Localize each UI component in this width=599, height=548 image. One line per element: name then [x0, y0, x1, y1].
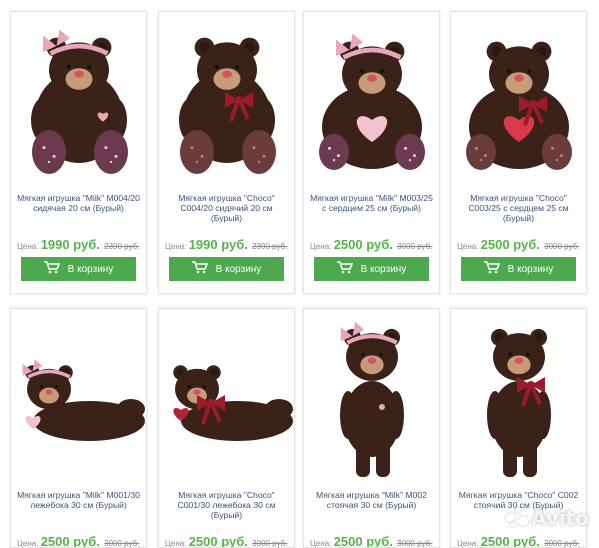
add-to-cart-label: В корзину	[360, 263, 407, 275]
product-image[interactable]	[451, 309, 586, 487]
product-card[interactable]: Мягкая игрушка "Choco" C003/25 с сердцем…	[450, 11, 587, 294]
price-row: Цена: 2500 руб. 3000 руб.	[310, 534, 435, 548]
product-image[interactable]	[304, 309, 439, 487]
price-current: 2500 руб.	[333, 534, 393, 548]
product-title[interactable]: Мягкая игрушка "Milk" M002 стоячая 30 см…	[310, 490, 433, 510]
product-card[interactable]: Мягкая игрушка "Milk" M001/30 лежебока 3…	[10, 308, 147, 548]
price-old: 3000 руб.	[104, 539, 140, 548]
add-to-cart-button[interactable]: В корзину	[314, 257, 429, 281]
add-to-cart-button[interactable]: В корзину	[461, 257, 576, 281]
price-label: Цена:	[457, 242, 479, 251]
product-card[interactable]: Мягкая игрушка "Milk" M003/25 с сердцем …	[303, 11, 440, 294]
price-row: Цена: 2500 руб. 3000 руб.	[165, 534, 290, 548]
product-card[interactable]: Мягкая игрушка "Choco" C004/20 сидячий 2…	[158, 11, 295, 294]
add-to-cart-label: В корзину	[215, 263, 262, 275]
product-card[interactable]: Мягкая игрушка "Milk" M004/20 сидячая 20…	[10, 11, 147, 294]
price-label: Цена:	[165, 242, 187, 251]
price-row: Цена: 2500 руб. 3000 руб.	[17, 534, 142, 548]
cart-icon	[483, 261, 500, 277]
price-current: 2500 руб.	[333, 237, 393, 252]
cart-icon	[43, 261, 60, 277]
product-title[interactable]: Мягкая игрушка "Milk" M001/30 лежебока 3…	[17, 490, 140, 510]
product-title[interactable]: Мягкая игрушка "Milk" M003/25 с сердцем …	[310, 193, 433, 213]
price-old: 3000 руб.	[397, 539, 433, 548]
price-old: 2390 руб.	[104, 242, 140, 251]
price-current: 1990 руб.	[188, 237, 248, 252]
avito-logo-icon	[506, 507, 529, 529]
price-label: Цена:	[310, 539, 332, 548]
price-current: 2500 руб.	[188, 534, 248, 548]
price-label: Цена:	[165, 539, 187, 548]
price-old: 2390 руб.	[252, 242, 288, 251]
add-to-cart-button[interactable]: В корзину	[21, 257, 136, 281]
price-row: Цена: 1990 руб. 2390 руб.	[165, 237, 290, 252]
product-title[interactable]: Мягкая игрушка "Choco" C001/30 лежебока …	[165, 490, 288, 520]
price-old: 3000 руб.	[544, 242, 580, 251]
product-card[interactable]: Мягкая игрушка "Milk" M002 стоячая 30 см…	[303, 308, 440, 548]
product-image[interactable]	[11, 12, 146, 190]
product-card[interactable]: Мягкая игрушка "Choco" C001/30 лежебока …	[158, 308, 295, 548]
price-label: Цена:	[17, 539, 39, 548]
price-old: 3000 руб.	[397, 242, 433, 251]
price-row: Цена: 1990 руб. 2390 руб.	[17, 237, 142, 252]
price-current: 2500 руб.	[480, 534, 540, 548]
price-current: 2500 руб.	[40, 534, 100, 548]
price-current: 1990 руб.	[40, 237, 100, 252]
price-label: Цена:	[17, 242, 39, 251]
avito-watermark: Avito	[506, 506, 589, 530]
add-to-cart-label: В корзину	[67, 263, 114, 275]
product-title[interactable]: Мягкая игрушка "Milk" M004/20 сидячая 20…	[17, 193, 140, 213]
price-old: 3000 руб.	[544, 539, 580, 548]
price-row: Цена: 2500 руб. 3000 руб.	[310, 237, 435, 252]
price-row: Цена: 2500 руб. 3000 руб.	[457, 534, 582, 548]
product-title[interactable]: Мягкая игрушка "Choco" C004/20 сидячий 2…	[165, 193, 288, 223]
cart-icon	[191, 261, 208, 277]
price-label: Цена:	[457, 539, 479, 548]
product-image[interactable]	[451, 12, 586, 190]
cart-icon	[336, 261, 353, 277]
price-current: 2500 руб.	[480, 237, 540, 252]
watermark-text: Avito	[531, 506, 589, 530]
add-to-cart-label: В корзину	[507, 263, 554, 275]
price-old: 3000 руб.	[252, 539, 288, 548]
product-image[interactable]	[304, 12, 439, 190]
product-title[interactable]: Мягкая игрушка "Choco" C003/25 с сердцем…	[457, 193, 580, 223]
product-image[interactable]	[11, 309, 146, 487]
add-to-cart-button[interactable]: В корзину	[169, 257, 284, 281]
price-label: Цена:	[310, 242, 332, 251]
price-row: Цена: 2500 руб. 3000 руб.	[457, 237, 582, 252]
product-image[interactable]	[159, 12, 294, 190]
product-image[interactable]	[159, 309, 294, 487]
product-grid: Мягкая игрушка "Milk" M004/20 сидячая 20…	[0, 0, 599, 548]
